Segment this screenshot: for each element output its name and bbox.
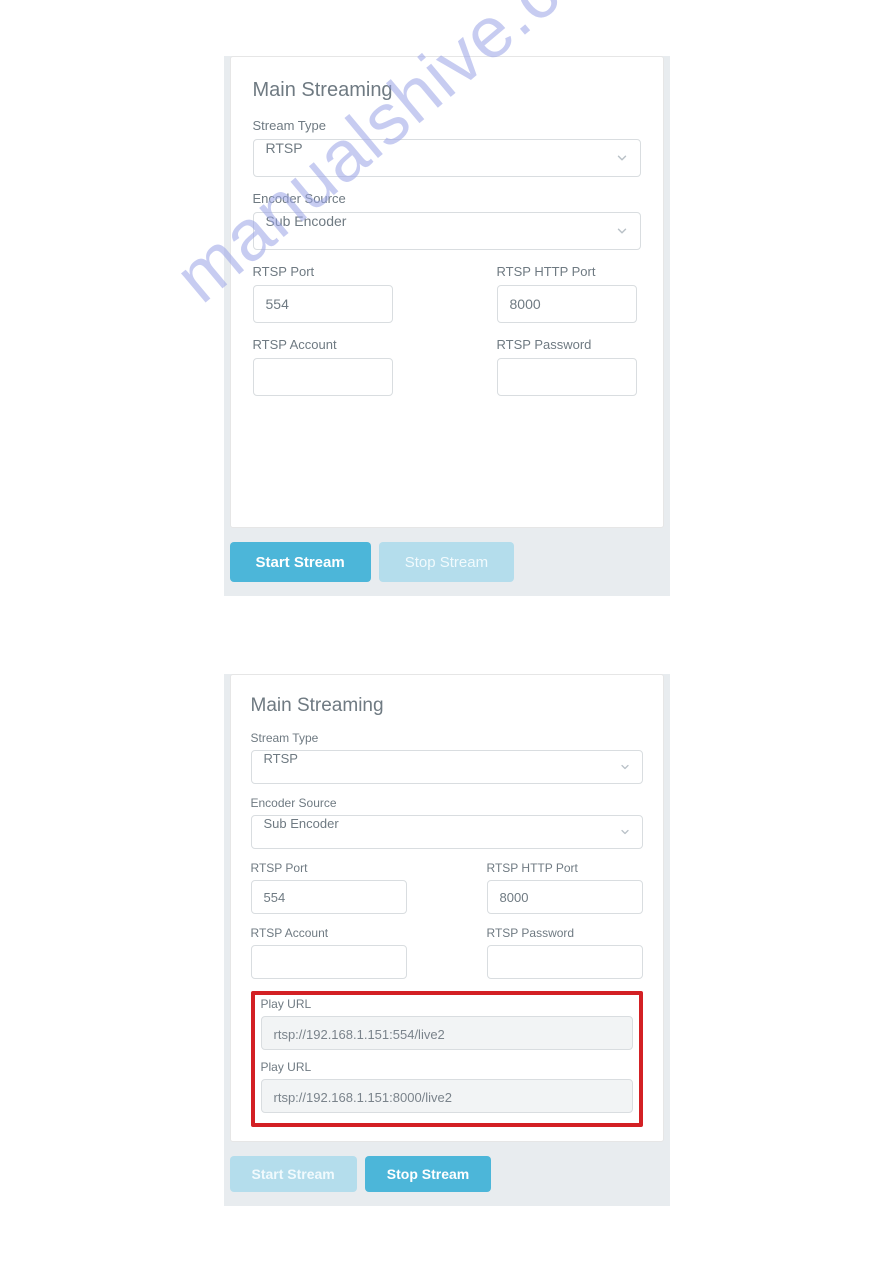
- rtsp-port-label: RTSP Port: [253, 264, 393, 279]
- stream-type-select[interactable]: RTSP: [253, 139, 641, 177]
- play-url-1-value[interactable]: rtsp://192.168.1.151:554/live2: [261, 1016, 633, 1050]
- encoder-source-select[interactable]: Sub Encoder: [253, 212, 641, 250]
- settings-card: Main Streaming Stream Type RTSP Encoder …: [230, 674, 664, 1142]
- rtsp-password-label: RTSP Password: [487, 926, 643, 940]
- stream-type-value: RTSP: [251, 750, 643, 784]
- main-streaming-panel-1: Main Streaming Stream Type RTSP Encoder …: [224, 56, 670, 596]
- rtsp-http-port-field: RTSP HTTP Port: [487, 861, 643, 914]
- main-streaming-panel-2: Main Streaming Stream Type RTSP Encoder …: [224, 674, 670, 1206]
- encoder-source-value: Sub Encoder: [251, 815, 643, 849]
- rtsp-http-port-input[interactable]: [487, 880, 643, 914]
- rtsp-password-input[interactable]: [487, 945, 643, 979]
- encoder-source-value: Sub Encoder: [253, 212, 641, 250]
- rtsp-http-port-input[interactable]: [497, 285, 637, 323]
- rtsp-port-field: RTSP Port: [251, 861, 407, 914]
- rtsp-http-port-label: RTSP HTTP Port: [497, 264, 641, 279]
- stop-stream-button: Stop Stream: [379, 542, 514, 582]
- rtsp-port-input[interactable]: [253, 285, 393, 323]
- play-url-2-field: Play URL rtsp://192.168.1.151:8000/live2: [261, 1060, 633, 1113]
- stream-type-label: Stream Type: [253, 118, 641, 133]
- encoder-source-label: Encoder Source: [251, 796, 643, 810]
- play-url-highlight-box: Play URL rtsp://192.168.1.151:554/live2 …: [251, 991, 643, 1127]
- stream-type-field: Stream Type RTSP: [251, 731, 643, 784]
- play-url-2-label: Play URL: [261, 1060, 633, 1074]
- play-url-1-field: Play URL rtsp://192.168.1.151:554/live2: [261, 997, 633, 1050]
- stream-type-value: RTSP: [253, 139, 641, 177]
- encoder-source-field: Encoder Source Sub Encoder: [251, 796, 643, 849]
- rtsp-account-field: RTSP Account: [253, 337, 393, 396]
- card-title: Main Streaming: [251, 695, 643, 717]
- card-title: Main Streaming: [253, 79, 641, 102]
- settings-card: Main Streaming Stream Type RTSP Encoder …: [230, 56, 664, 528]
- rtsp-password-label: RTSP Password: [497, 337, 641, 352]
- rtsp-port-input[interactable]: [251, 880, 407, 914]
- encoder-source-select[interactable]: Sub Encoder: [251, 815, 643, 849]
- play-url-1-label: Play URL: [261, 997, 633, 1011]
- rtsp-account-input[interactable]: [253, 358, 393, 396]
- start-stream-button[interactable]: Start Stream: [230, 542, 371, 582]
- stream-type-field: Stream Type RTSP: [253, 118, 641, 177]
- start-stream-button: Start Stream: [230, 1156, 357, 1192]
- rtsp-account-label: RTSP Account: [253, 337, 393, 352]
- rtsp-account-label: RTSP Account: [251, 926, 407, 940]
- rtsp-password-field: RTSP Password: [497, 337, 641, 396]
- play-url-2-value[interactable]: rtsp://192.168.1.151:8000/live2: [261, 1079, 633, 1113]
- button-row: Start Stream Stop Stream: [224, 1142, 670, 1206]
- rtsp-password-field: RTSP Password: [487, 926, 643, 979]
- rtsp-http-port-field: RTSP HTTP Port: [497, 264, 641, 323]
- encoder-source-field: Encoder Source Sub Encoder: [253, 191, 641, 250]
- rtsp-account-field: RTSP Account: [251, 926, 407, 979]
- button-row: Start Stream Stop Stream: [224, 528, 670, 596]
- stream-type-label: Stream Type: [251, 731, 643, 745]
- stop-stream-button[interactable]: Stop Stream: [365, 1156, 491, 1192]
- encoder-source-label: Encoder Source: [253, 191, 641, 206]
- rtsp-port-field: RTSP Port: [253, 264, 393, 323]
- rtsp-port-label: RTSP Port: [251, 861, 407, 875]
- rtsp-account-input[interactable]: [251, 945, 407, 979]
- rtsp-password-input[interactable]: [497, 358, 637, 396]
- rtsp-http-port-label: RTSP HTTP Port: [487, 861, 643, 875]
- stream-type-select[interactable]: RTSP: [251, 750, 643, 784]
